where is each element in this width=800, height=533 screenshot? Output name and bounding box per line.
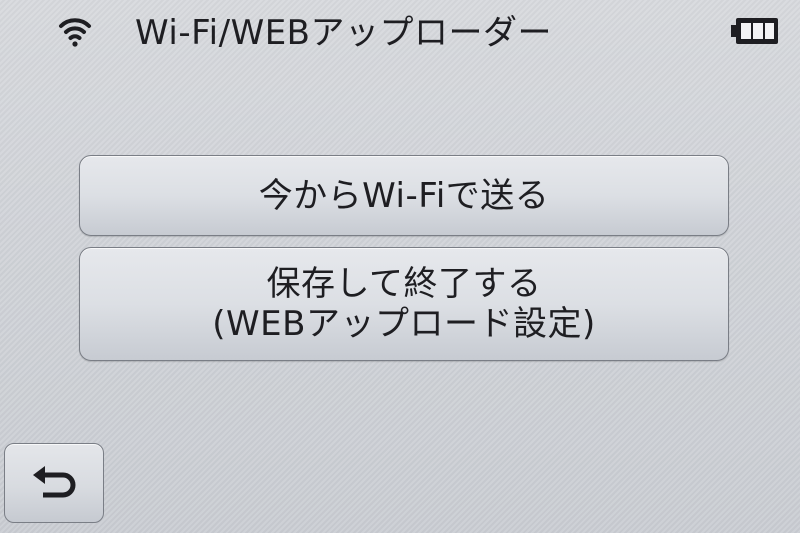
screen-title: Wi-Fi/WEBアップローダー [135, 13, 552, 53]
save-and-exit-label: 保存して終了する [266, 264, 542, 304]
send-via-wifi-label: 今からWi-Fiで送る [258, 175, 550, 216]
web-upload-settings-label: (WEBアップロード設定) [212, 304, 596, 344]
wifi-icon [59, 18, 91, 47]
return-arrow-icon [33, 466, 76, 498]
send-via-wifi-button[interactable]: 今からWi-Fiで送る [79, 155, 729, 236]
back-button[interactable] [4, 443, 104, 523]
status-bar: Wi-Fi/WEBアップローダー [0, 0, 800, 70]
save-and-exit-button[interactable]: 保存して終了する (WEBアップロード設定) [79, 247, 729, 361]
battery-icon [731, 18, 778, 44]
